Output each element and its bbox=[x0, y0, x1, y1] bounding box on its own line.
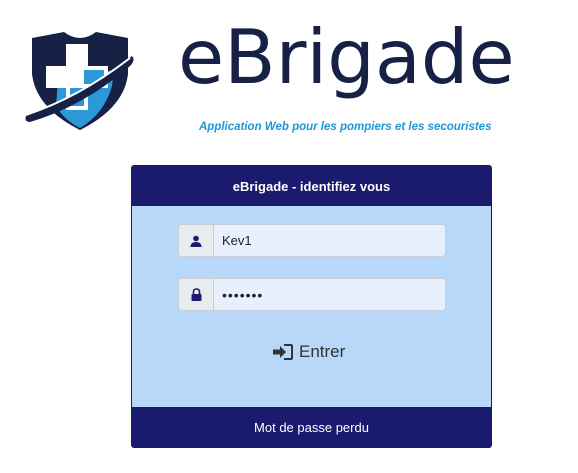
login-title: eBrigade - identifiez vous bbox=[232, 178, 391, 194]
brand-tagline: Application Web pour les pompiers et les… bbox=[199, 121, 492, 133]
username-input[interactable] bbox=[214, 225, 445, 256]
brand-name: eBrigade bbox=[178, 13, 515, 101]
lock-icon bbox=[179, 279, 214, 310]
forgot-password-label: Mot de passe perdu bbox=[254, 419, 369, 435]
login-panel-header: eBrigade - identifiez vous bbox=[132, 166, 491, 206]
username-field-group bbox=[178, 224, 446, 257]
login-page: eBrigade Application Web pour les pompie… bbox=[0, 0, 578, 473]
forgot-password-link[interactable]: Mot de passe perdu bbox=[132, 407, 491, 447]
user-icon bbox=[179, 225, 214, 256]
ebrigade-logo-icon bbox=[25, 32, 134, 130]
password-field-group bbox=[178, 278, 446, 311]
login-button-label: Entrer bbox=[299, 342, 346, 361]
sign-in-icon bbox=[273, 344, 293, 360]
password-input[interactable] bbox=[214, 279, 445, 310]
login-panel: eBrigade - identifiez vous Kev1 ••••••• … bbox=[131, 165, 492, 448]
login-button[interactable]: Entrer bbox=[272, 342, 345, 362]
